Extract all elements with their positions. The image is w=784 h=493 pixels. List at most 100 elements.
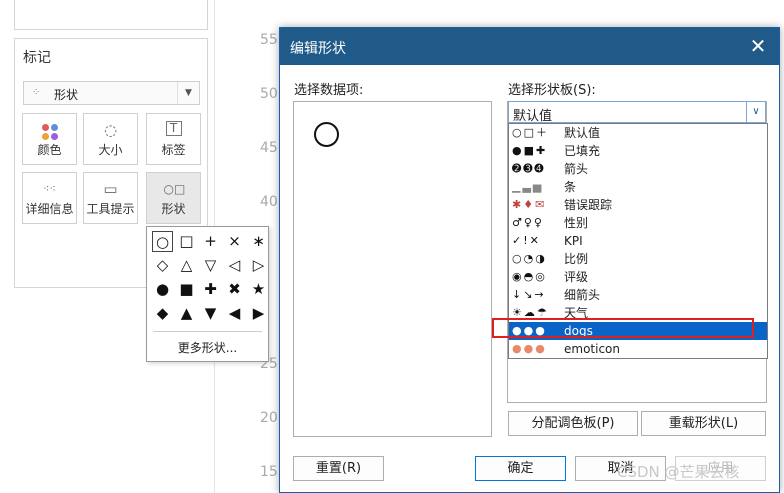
chevron-down-icon: ▼ [177, 82, 199, 104]
palette-name: 条 [564, 180, 577, 194]
palette-icons: ✱♦✉ [512, 198, 547, 211]
shape-option[interactable]: + [200, 231, 221, 252]
shape-option[interactable]: △ [176, 255, 197, 276]
detail-button[interactable]: ⁖⁖ 详细信息 [22, 172, 77, 224]
palette-name: dogs [564, 324, 593, 338]
palette-name: 箭头 [564, 162, 589, 176]
shape-option[interactable]: ∗ [248, 231, 269, 252]
axis-tick: 50 [260, 86, 278, 102]
reset-button[interactable]: 重置(R) [293, 456, 384, 481]
palette-icons: ◉◓◎ [512, 270, 547, 283]
assign-palette-button[interactable]: 分配调色板(P) [508, 411, 638, 436]
palette-icons: ●■✚ [512, 144, 548, 157]
close-icon[interactable]: ✕ [743, 32, 773, 60]
size-button-label: 大小 [98, 143, 123, 157]
list-item[interactable]: ▁▃▅ 条 [509, 178, 767, 196]
shape-option[interactable]: ▼ [200, 303, 221, 324]
list-item[interactable]: ➋➌➍ 箭头 [509, 160, 767, 178]
list-item[interactable]: ○□＋ 默认值 [509, 124, 767, 142]
data-items-label: 选择数据项: [294, 83, 364, 98]
palette-icons: ✓!✕ [512, 234, 541, 247]
axis-tick: 20 [260, 410, 278, 426]
label-button[interactable]: T 标签 [146, 113, 201, 165]
palette-label: 选择形状板(S): [508, 83, 596, 98]
palette-name: 天气 [564, 306, 589, 320]
palette-dropdown-list: ○□＋ 默认值 ●■✚ 已填充 ➋➌➍ 箭头 ▁▃▅ 条 ✱♦✉ 错误跟踪 ♂♀♀ 性别 ✓… [508, 123, 768, 359]
palette-name: 性别 [564, 216, 589, 230]
more-shapes-link[interactable]: 更多形状... [147, 339, 268, 356]
shape-option[interactable]: ▽ [200, 255, 221, 276]
shape-option[interactable]: ▲ [176, 303, 197, 324]
shape-option[interactable]: × [224, 231, 245, 252]
shape-option[interactable]: ◆ [152, 303, 173, 324]
palette-icons: ♂♀♀ [512, 216, 544, 229]
list-item[interactable]: ◉◓◎ 评级 [509, 268, 767, 286]
shape-option[interactable]: ▶ [248, 303, 269, 324]
watermark: CSDN @芒果去核 [617, 463, 740, 481]
tooltip-icon: ▭ [103, 180, 118, 198]
data-items-list[interactable] [293, 101, 492, 437]
list-item-selected[interactable]: ●●● dogs [509, 322, 767, 340]
list-item[interactable]: ○◔◑ 比例 [509, 250, 767, 268]
color-dots-icon [40, 123, 60, 141]
label-icon: T [165, 121, 182, 136]
tooltip-button[interactable]: ▭ 工具提示 [83, 172, 138, 224]
shape-icon: ⁘ [32, 87, 41, 98]
label-button-label: 标签 [161, 143, 186, 157]
shape-icon: ○□ [163, 182, 186, 196]
shape-button[interactable]: ○□ 形状 [146, 172, 201, 224]
detail-button-label: 详细信息 [25, 202, 74, 216]
palette-icons: ↓↘→ [512, 288, 546, 301]
shape-option[interactable]: ★ [248, 279, 269, 300]
axis-tick: 45 [260, 140, 278, 156]
chevron-down-icon[interactable]: ∨ [746, 102, 765, 122]
color-button-label: 颜色 [37, 143, 62, 157]
palette-name: 比例 [564, 252, 589, 266]
palette-icons: ➋➌➍ [512, 162, 546, 175]
shape-option[interactable]: ◁ [224, 255, 245, 276]
axis-tick: 15 [260, 464, 278, 480]
list-item[interactable]: ☀☁☂ 天气 [509, 304, 767, 322]
axis-tick: 40 [260, 194, 278, 210]
palette-select[interactable]: 默认值 ∨ [508, 101, 766, 124]
ok-button[interactable]: 确定 [475, 456, 566, 481]
palette-name: 评级 [564, 270, 589, 284]
dialog-title: 编辑形状 [290, 41, 346, 57]
palette-icons: ▁▃▅ [512, 180, 544, 193]
axis-tick: 55 [260, 32, 278, 48]
palette-select-value: 默认值 [513, 109, 553, 124]
palette-name: KPI [564, 234, 583, 248]
tooltip-button-label: 工具提示 [86, 202, 135, 216]
color-button[interactable]: 颜色 [22, 113, 77, 165]
size-button[interactable]: ◌ 大小 [83, 113, 138, 165]
list-item[interactable]: ♂♀♀ 性别 [509, 214, 767, 232]
palette-name: emoticon [564, 342, 620, 356]
shape-option[interactable]: □ [176, 231, 197, 252]
list-item[interactable]: ✱♦✉ 错误跟踪 [509, 196, 767, 214]
popup-divider [153, 331, 262, 332]
shape-option[interactable]: ● [152, 279, 173, 300]
shape-picker-popup: ○ □ + × ∗ ◇ △ ▽ ◁ ▷ ● ■ ✚ ✖ ★ ◆ ▲ ▼ ◀ ▶ … [146, 226, 269, 362]
shape-option[interactable]: ✖ [224, 279, 245, 300]
list-item[interactable]: ↓↘→ 细箭头 [509, 286, 767, 304]
size-icon: ◌ [103, 121, 118, 139]
palette-name: 细箭头 [564, 288, 601, 302]
shape-option[interactable]: ■ [176, 279, 197, 300]
circle-shape-icon[interactable] [314, 122, 339, 147]
palette-name: 错误跟踪 [564, 198, 613, 212]
shape-option[interactable]: ✚ [200, 279, 221, 300]
shape-option[interactable]: ○ [152, 231, 173, 252]
edit-shape-dialog: 编辑形状 ✕ 选择数据项: 选择形状板(S): 默认值 ∨ ○□＋ 默认值 ●■✚… [279, 27, 780, 493]
mark-type-dropdown[interactable]: ⁘ 形状 ▼ [23, 81, 200, 105]
shape-option[interactable]: ◇ [152, 255, 173, 276]
list-item[interactable]: ✓!✕ KPI [509, 232, 767, 250]
shape-button-label: 形状 [161, 202, 186, 216]
list-item[interactable]: ●●● emoticon [509, 340, 767, 358]
shape-option[interactable]: ◀ [224, 303, 245, 324]
palette-icons: ☀☁☂ [512, 306, 549, 319]
detail-dots-icon: ⁖⁖ [43, 182, 56, 195]
shape-option[interactable]: ▷ [248, 255, 269, 276]
list-item[interactable]: ●■✚ 已填充 [509, 142, 767, 160]
palette-name: 已填充 [564, 144, 601, 158]
reload-shapes-button[interactable]: 重载形状(L) [641, 411, 766, 436]
